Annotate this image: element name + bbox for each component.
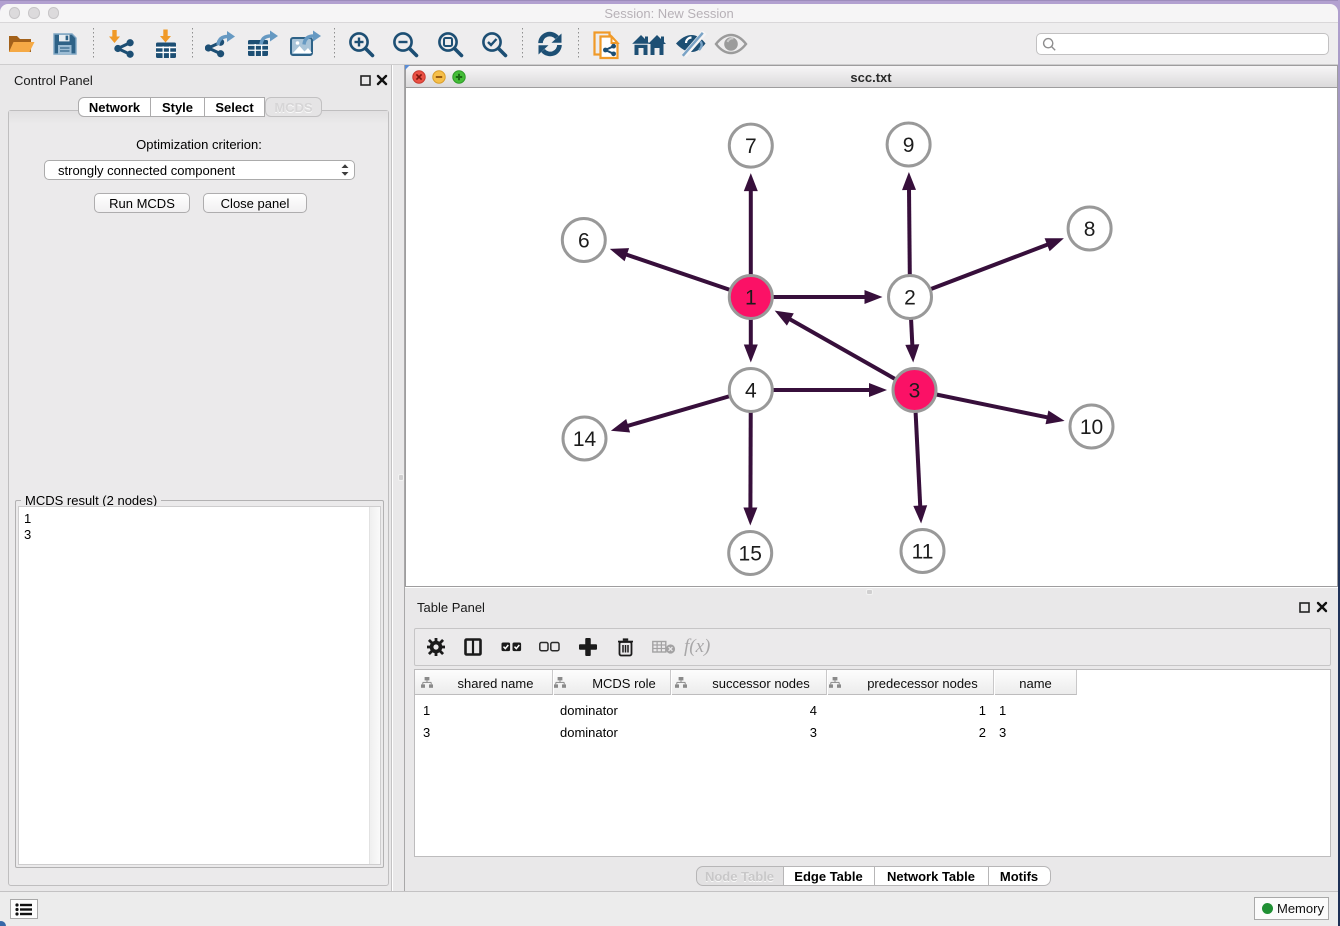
svg-text:10: 10	[1080, 416, 1103, 439]
svg-text:2: 2	[904, 287, 916, 310]
svg-text:1: 1	[745, 287, 757, 310]
svg-text:4: 4	[745, 380, 757, 403]
svg-text:6: 6	[578, 230, 590, 253]
svg-text:8: 8	[1084, 218, 1096, 241]
svg-text:11: 11	[912, 541, 934, 564]
svg-text:14: 14	[573, 428, 597, 451]
svg-text:9: 9	[903, 134, 915, 157]
svg-text:3: 3	[909, 380, 921, 403]
svg-text:15: 15	[739, 543, 762, 566]
svg-text:7: 7	[745, 135, 757, 158]
